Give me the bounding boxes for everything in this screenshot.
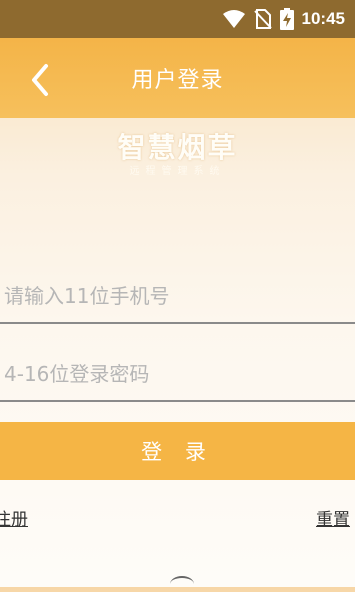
no-sim-icon: [253, 9, 272, 29]
phone-field: [0, 270, 355, 324]
password-field: [0, 348, 355, 402]
phone-input[interactable]: [0, 270, 355, 322]
logo: 智慧烟草 远程管理系统: [0, 118, 355, 188]
logo-title: 智慧烟草: [117, 131, 238, 164]
reset-link[interactable]: 重置: [316, 505, 350, 530]
status-icons: 10:45: [222, 7, 345, 31]
bottom-icon-fragment: [170, 576, 194, 592]
register-link[interactable]: 注册: [0, 505, 28, 530]
header-bar: 用户登录: [0, 38, 355, 118]
status-bar: 10:45: [0, 0, 355, 38]
page-title: 用户登录: [131, 68, 224, 93]
battery-charging-icon: [279, 8, 294, 30]
wifi-icon: [222, 10, 245, 28]
status-time: 10:45: [301, 9, 345, 28]
password-input[interactable]: [0, 348, 355, 400]
login-button[interactable]: 登 录: [0, 422, 355, 480]
logo-subtitle: 远程管理系统: [129, 166, 226, 177]
